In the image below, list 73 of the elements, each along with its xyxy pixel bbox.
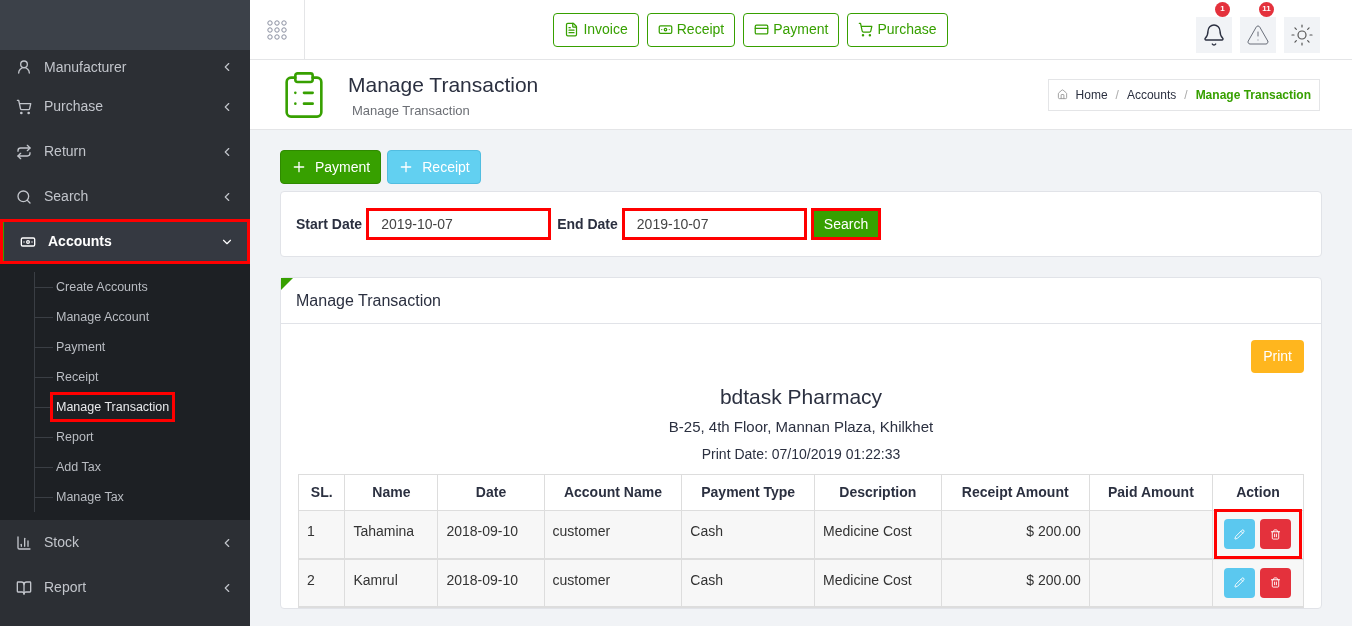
start-date-field[interactable]: 2019-10-07 bbox=[366, 208, 552, 240]
sidebar-item[interactable]: Stock bbox=[0, 520, 250, 565]
submenu-item[interactable]: Receipt bbox=[53, 364, 102, 390]
pencil-icon bbox=[1234, 577, 1246, 588]
print-date: Print Date: 07/10/2019 01:22:33 bbox=[700, 445, 902, 464]
document-icon bbox=[564, 22, 580, 37]
banknote-icon bbox=[657, 22, 673, 37]
submenu-item[interactable]: Add Tax bbox=[53, 454, 104, 480]
notifications-button[interactable] bbox=[1196, 16, 1232, 53]
column-header: Date bbox=[437, 474, 545, 511]
bar-chart-icon bbox=[16, 534, 32, 551]
column-header: Name bbox=[344, 474, 438, 511]
column-header: Payment Type bbox=[681, 474, 815, 511]
submenu-item[interactable]: Payment bbox=[53, 334, 109, 360]
column-header: SL. bbox=[298, 474, 345, 511]
notification-badge: 1 bbox=[1215, 1, 1230, 17]
cart-icon bbox=[858, 22, 874, 37]
column-header: Action bbox=[1212, 474, 1304, 511]
submenu-item[interactable]: Manage Account bbox=[53, 304, 153, 330]
column-header: Receipt Amount bbox=[941, 474, 1090, 511]
company-address: B-25, 4th Floor, Mannan Plaza, Khilkhet bbox=[667, 416, 935, 437]
end-date-label: End Date bbox=[557, 214, 618, 234]
submenu-item[interactable]: Manage Transaction bbox=[53, 394, 173, 420]
corner-marker bbox=[281, 278, 293, 290]
toolbar-button[interactable]: Invoice bbox=[553, 12, 639, 47]
grid-menu-icon[interactable] bbox=[267, 19, 287, 40]
home-icon bbox=[1056, 89, 1068, 100]
repeat-icon bbox=[16, 143, 32, 160]
alerts-button[interactable] bbox=[1240, 16, 1276, 53]
table-cell: 2 bbox=[298, 558, 345, 607]
breadcrumb-separator: / bbox=[1115, 86, 1119, 104]
settings-icon bbox=[1290, 22, 1314, 47]
edit-button[interactable] bbox=[1224, 519, 1256, 550]
sidebar-item[interactable]: Report bbox=[0, 565, 250, 610]
plus-icon bbox=[291, 159, 307, 175]
sidebar-item[interactable]: Return bbox=[0, 129, 250, 174]
submenu-item[interactable]: Report bbox=[53, 424, 97, 450]
user-icon bbox=[16, 59, 32, 75]
cart-icon bbox=[16, 98, 32, 115]
card-icon bbox=[754, 22, 770, 37]
pencil-icon bbox=[1234, 528, 1246, 540]
company-name: bdtask Pharmacy bbox=[718, 384, 884, 410]
sidebar-item[interactable]: Manufacturer bbox=[0, 50, 250, 84]
edit-button[interactable] bbox=[1224, 567, 1256, 598]
breadcrumb-link[interactable]: Manage Transaction bbox=[1195, 85, 1311, 104]
trash-icon bbox=[1270, 577, 1282, 588]
sidebar-item[interactable]: Accounts bbox=[0, 219, 250, 264]
alert-badge: 11 bbox=[1259, 1, 1274, 17]
trash-icon bbox=[1270, 528, 1282, 540]
breadcrumb-link[interactable]: Accounts bbox=[1126, 85, 1177, 104]
sidebar-item[interactable]: Search bbox=[0, 174, 250, 219]
start-date-label: Start Date bbox=[296, 214, 363, 234]
book-icon bbox=[16, 579, 32, 596]
delete-button[interactable] bbox=[1260, 519, 1292, 550]
panel-title: Manage Transaction bbox=[281, 278, 1321, 324]
toolbar-button[interactable]: Purchase bbox=[847, 12, 948, 47]
column-header: Paid Amount bbox=[1089, 474, 1213, 511]
settings-button[interactable] bbox=[1284, 16, 1320, 53]
page-title: Manage Transaction bbox=[348, 72, 540, 98]
delete-button[interactable] bbox=[1260, 567, 1292, 598]
column-header: Account Name bbox=[544, 474, 682, 511]
sidebar-item[interactable]: Purchase bbox=[0, 84, 250, 129]
bell-icon bbox=[1202, 22, 1226, 47]
breadcrumb-separator: / bbox=[1184, 86, 1188, 104]
submenu-item[interactable]: Manage Tax bbox=[53, 484, 127, 510]
warning-icon bbox=[1246, 22, 1270, 47]
end-date-field[interactable]: 2019-10-07 bbox=[621, 208, 807, 240]
page-subtitle: Manage Transaction bbox=[352, 101, 471, 120]
search-icon bbox=[16, 188, 32, 205]
breadcrumb-link[interactable]: Home bbox=[1075, 85, 1108, 104]
table-cell: 1 bbox=[298, 510, 345, 559]
submenu-item[interactable]: Create Accounts bbox=[53, 274, 151, 300]
column-header: Description bbox=[814, 474, 942, 511]
